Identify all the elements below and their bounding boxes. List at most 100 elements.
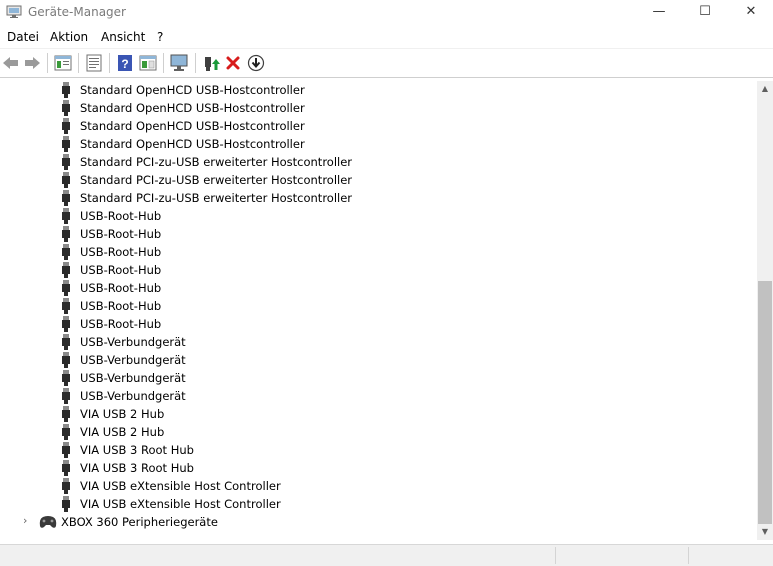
device-tree: Standard OpenHCD USB-Hostcontroller Stand… [0, 81, 757, 540]
download-icon [247, 54, 265, 72]
monitor-icon [170, 54, 188, 71]
usb-device-icon [60, 172, 72, 188]
category-label: XBOX 360 Peripheriegeräte [61, 515, 218, 529]
device-row[interactable]: Standard OpenHCD USB-Hostcontroller [0, 99, 757, 117]
usb-device-icon [60, 370, 72, 386]
usb-device-icon [60, 226, 72, 242]
usb-device-icon [60, 244, 72, 260]
device-row[interactable]: VIA USB 3 Root Hub [0, 459, 757, 477]
device-row[interactable]: USB-Root-Hub [0, 261, 757, 279]
device-label: Standard PCI-zu-USB erweiterter Hostcont… [80, 173, 353, 187]
toolbar-separator [47, 53, 48, 73]
menu-aktion[interactable]: Aktion [50, 30, 88, 44]
properties-button[interactable] [84, 53, 104, 73]
scan-hardware-button[interactable] [169, 53, 189, 73]
device-label: Standard OpenHCD USB-Hostcontroller [80, 83, 305, 97]
status-separator [688, 547, 689, 564]
device-row[interactable]: USB-Verbundgerät [0, 333, 757, 351]
svg-text:?: ? [121, 57, 128, 71]
device-label: USB-Root-Hub [80, 245, 162, 259]
minimize-button[interactable]: — [636, 0, 682, 26]
window-title: Geräte-Manager [28, 5, 126, 19]
status-separator [555, 547, 556, 564]
properties-icon [86, 54, 102, 72]
usb-device-icon [60, 208, 72, 224]
menu-ansicht[interactable]: Ansicht [101, 30, 145, 44]
update-driver-icon [205, 57, 220, 71]
device-label: VIA USB 2 Hub [80, 425, 165, 439]
device-row[interactable]: Standard OpenHCD USB-Hostcontroller [0, 135, 757, 153]
device-row[interactable]: VIA USB eXtensible Host Controller [0, 495, 757, 513]
usb-device-icon [60, 136, 72, 152]
device-label: USB-Verbundgerät [80, 335, 186, 349]
download-button[interactable] [246, 53, 266, 73]
toolbar-separator [163, 53, 164, 73]
device-label: Standard PCI-zu-USB erweiterter Hostcont… [80, 155, 353, 169]
device-row[interactable]: VIA USB 2 Hub [0, 423, 757, 441]
device-row[interactable]: USB-Root-Hub [0, 243, 757, 261]
expand-chevron-icon[interactable]: › [23, 514, 33, 530]
device-row[interactable]: USB-Verbundgerät [0, 369, 757, 387]
usb-device-icon [60, 496, 72, 512]
view-details-icon [139, 55, 157, 71]
device-row[interactable]: USB-Root-Hub [0, 297, 757, 315]
close-button[interactable]: ✕ [728, 0, 773, 26]
view-details-button[interactable] [138, 53, 158, 73]
device-label: USB-Root-Hub [80, 299, 162, 313]
usb-device-icon [60, 100, 72, 116]
menu-datei[interactable]: Datei [7, 30, 39, 44]
device-label: USB-Root-Hub [80, 281, 162, 295]
menu-bar: Datei Aktion Ansicht ? [0, 26, 773, 48]
scroll-up-icon[interactable]: ▲ [757, 81, 773, 97]
device-row[interactable]: VIA USB 2 Hub [0, 405, 757, 423]
device-row[interactable]: USB-Verbundgerät [0, 351, 757, 369]
scrollbar-thumb[interactable] [758, 281, 772, 524]
device-row[interactable]: Standard OpenHCD USB-Hostcontroller [0, 117, 757, 135]
usb-device-icon [60, 478, 72, 494]
usb-device-icon [60, 460, 72, 476]
gamepad-icon [39, 516, 57, 528]
device-label: Standard OpenHCD USB-Hostcontroller [80, 119, 305, 133]
device-row[interactable]: Standard PCI-zu-USB erweiterter Hostcont… [0, 189, 757, 207]
maximize-button[interactable]: ☐ [682, 0, 728, 26]
toolbar-separator [195, 53, 196, 73]
device-row[interactable]: VIA USB eXtensible Host Controller [0, 477, 757, 495]
scroll-down-icon[interactable]: ▼ [757, 524, 773, 540]
forward-button[interactable] [22, 53, 42, 73]
title-bar: Geräte-Manager — ☐ ✕ [0, 0, 773, 26]
device-row[interactable]: USB-Root-Hub [0, 279, 757, 297]
device-label: Standard OpenHCD USB-Hostcontroller [80, 137, 305, 151]
device-row[interactable]: Standard PCI-zu-USB erweiterter Hostcont… [0, 153, 757, 171]
usb-device-icon [60, 352, 72, 368]
uninstall-icon [226, 56, 240, 70]
usb-device-icon [60, 442, 72, 458]
usb-device-icon [60, 154, 72, 170]
device-row[interactable]: USB-Root-Hub [0, 207, 757, 225]
device-row[interactable]: USB-Root-Hub [0, 225, 757, 243]
help-button[interactable]: ? [115, 53, 135, 73]
device-row[interactable]: Standard PCI-zu-USB erweiterter Hostcont… [0, 171, 757, 189]
device-row[interactable]: USB-Verbundgerät [0, 387, 757, 405]
back-button[interactable] [1, 53, 21, 73]
device-row[interactable]: USB-Root-Hub [0, 315, 757, 333]
device-label: USB-Root-Hub [80, 227, 162, 241]
device-label: VIA USB eXtensible Host Controller [80, 479, 281, 493]
vertical-scrollbar[interactable]: ▲ ▼ [757, 81, 773, 540]
back-icon [3, 57, 18, 69]
uninstall-button[interactable] [223, 53, 243, 73]
category-row-xbox[interactable]: › XBOX 360 Peripheriegeräte [0, 513, 757, 531]
toolbar-separator [78, 53, 79, 73]
forward-icon [25, 57, 40, 69]
help-icon: ? [118, 55, 132, 71]
device-row[interactable]: VIA USB 3 Root Hub [0, 441, 757, 459]
device-label: VIA USB eXtensible Host Controller [80, 497, 281, 511]
update-driver-button[interactable] [201, 53, 221, 73]
device-label: VIA USB 2 Hub [80, 407, 165, 421]
usb-device-icon [60, 298, 72, 314]
tree-view-button[interactable] [53, 53, 73, 73]
menu-help[interactable]: ? [157, 30, 163, 44]
device-label: VIA USB 3 Root Hub [80, 443, 194, 457]
usb-device-icon [60, 262, 72, 278]
device-row[interactable]: Standard OpenHCD USB-Hostcontroller [0, 81, 757, 99]
usb-device-icon [60, 280, 72, 296]
